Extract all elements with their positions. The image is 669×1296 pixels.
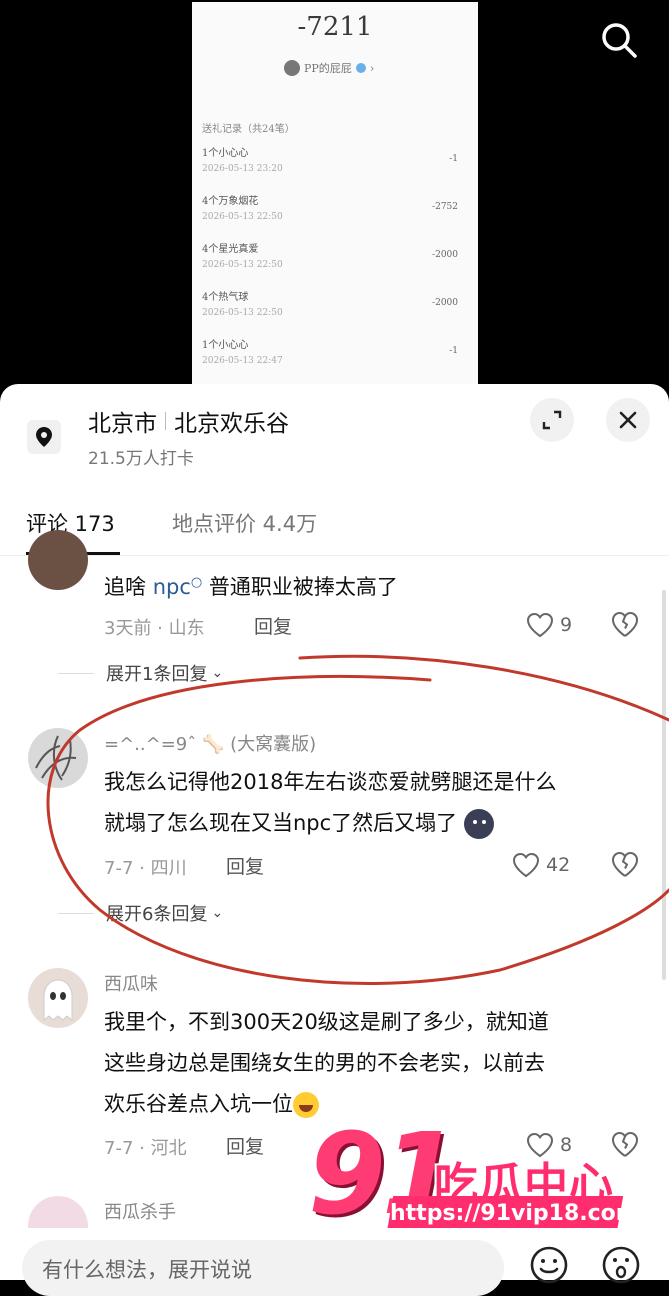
receipt-row-name: 4个星光真爱 — [202, 244, 259, 255]
avatar[interactable] — [28, 728, 88, 788]
receipt-section-title: 送礼记录（共24笔） — [202, 124, 295, 135]
tab-reviews[interactable]: 地点评价 4.4万 — [172, 508, 317, 538]
reply-button[interactable]: 回复 — [254, 612, 292, 639]
search-link[interactable]: npc — [153, 575, 191, 599]
username[interactable]: =^..^=9ˆ 🦴 (大窝囊版) — [104, 730, 316, 756]
comment-line-text: 就塌了怎么现在又当npc了然后又塌了 — [104, 811, 458, 835]
expand-replies[interactable]: 展开1条回复 ⌄ — [58, 660, 224, 686]
receipt-row: 4个星光真爱 2026-05-13 22:50 -2000 — [202, 240, 466, 284]
username[interactable]: 西瓜杀手 — [104, 1198, 176, 1224]
dislike-button[interactable] — [610, 850, 640, 882]
comment-meta: 7-7 · 四川 — [104, 858, 187, 879]
comment-meta: 3天前 · 山东 — [104, 618, 205, 639]
chevron-right-icon: › — [369, 61, 375, 75]
ghost-avatar-icon — [43, 979, 73, 1022]
verified-icon — [355, 63, 366, 73]
chevron-down-icon: ⌄ — [211, 905, 224, 921]
reply-button[interactable]: 回复 — [226, 852, 264, 879]
dislike-button[interactable] — [610, 610, 640, 642]
broken-heart-icon — [611, 611, 639, 637]
receipt-user-avatar — [284, 60, 300, 76]
receipt-row-amount: -1 — [449, 346, 458, 356]
receipt-user: PP的屁屁 › — [284, 60, 374, 76]
comment-line: 我里个，不到300天20级这是刷了多少，就知道 — [104, 1010, 549, 1034]
location-place: 北京欢乐谷 — [174, 411, 289, 437]
receipt-user-name: PP的屁屁 — [304, 62, 352, 75]
expand-button[interactable] — [530, 398, 574, 442]
scrollbar[interactable] — [662, 590, 666, 980]
receipt-total: -7211 — [297, 12, 373, 42]
chevron-down-icon: ⌄ — [211, 665, 224, 681]
receipt-row-time: 2026-05-13 23:20 — [202, 164, 283, 174]
expand-replies-label: 展开6条回复 — [106, 904, 208, 925]
receipt-row: 1个小心心 2026-05-13 23:20 -1 — [202, 144, 466, 188]
heart-icon — [512, 852, 540, 878]
reply-button[interactable]: 回复 — [226, 1132, 264, 1159]
receipt-row-name: 4个热气球 — [202, 292, 249, 303]
tabs-divider — [0, 555, 669, 556]
comment-text: 追啥 npc○ 普通职业被捧太高了 — [104, 562, 644, 608]
comment-text: 我怎么记得他2018年左右谈恋爱就劈腿还是什么 就塌了怎么现在又当npc了然后又… — [104, 762, 644, 844]
search-button[interactable] — [597, 18, 641, 62]
expand-line — [58, 912, 94, 914]
close-button[interactable] — [606, 398, 650, 442]
expand-replies-label: 展开1条回复 — [106, 664, 208, 685]
username[interactable]: 西瓜味 — [104, 970, 158, 996]
receipt-row: 4个热气球 2026-05-13 22:50 -2000 — [202, 288, 466, 332]
receipt-row-amount: -2000 — [432, 250, 458, 260]
like-button[interactable]: 9 — [526, 612, 572, 638]
location-pin-icon — [27, 420, 61, 454]
avatar[interactable] — [28, 968, 88, 1028]
comment-meta: 7-7 · 河北 — [104, 1138, 187, 1159]
receipt-row-time: 2026-05-13 22:50 — [202, 308, 283, 318]
search-icon — [602, 23, 637, 58]
dark-face-emoji-icon — [463, 809, 494, 839]
receipt-row-name: 1个小心心 — [202, 340, 249, 351]
broken-heart-icon — [611, 1131, 639, 1157]
receipt-row-amount: -2000 — [432, 298, 458, 308]
comment-line: 这些身边总是围绕女生的男的不会老实，以前去 — [104, 1051, 545, 1075]
like-button[interactable]: 42 — [512, 852, 570, 878]
watermark-url: https://91vip18.com — [390, 1201, 639, 1226]
expand-line — [58, 672, 94, 674]
expand-replies[interactable]: 展开6条回复 ⌄ — [58, 900, 224, 926]
heart-icon — [526, 612, 554, 638]
checkin-count: 21.5万人打卡 — [88, 449, 194, 469]
comment-text: 我里个，不到300天20级这是刷了多少，就知道 这些身边总是围绕女生的男的不会老… — [104, 1002, 644, 1125]
search-small-icon[interactable]: ○ — [191, 575, 202, 590]
comment-text-part: 普通职业被捧太高了 — [208, 575, 398, 599]
receipt-row-time: 2026-05-13 22:47 — [202, 356, 283, 366]
receipt-row: 1个小心心 2026-05-13 22:47 -1 — [202, 336, 466, 380]
broken-heart-icon — [611, 851, 639, 877]
like-count: 42 — [546, 854, 571, 876]
receipt-row-amount: -2752 — [432, 202, 458, 212]
location-title[interactable]: 北京市 北京欢乐谷 — [88, 404, 289, 438]
sketch-avatar-icon — [35, 735, 77, 781]
receipt-row-time: 2026-05-13 22:50 — [202, 260, 283, 270]
watermark-url-badge: https://91vip18.com — [386, 1196, 639, 1232]
close-icon — [619, 411, 637, 429]
comment-line: 就塌了怎么现在又当npc了然后又塌了 — [104, 803, 644, 844]
like-count: 9 — [560, 614, 573, 636]
receipt-row-name: 1个小心心 — [202, 148, 249, 159]
comment-input[interactable]: 有什么想法，展开说说 — [22, 1240, 504, 1296]
receipt-row-name: 4个万象烟花 — [202, 196, 259, 207]
comment-text-part: 追啥 — [104, 575, 146, 599]
expand-icon — [542, 410, 562, 430]
comment-line-text: 欢乐谷差点入坑一位 — [104, 1092, 293, 1116]
gift-receipt-image: -7211 PP的屁屁 › 送礼记录（共24笔） 1个小心心 2026-05-1… — [192, 2, 478, 386]
receipt-row-amount: -1 — [449, 154, 458, 164]
comment-line: 我怎么记得他2018年左右谈恋爱就劈腿还是什么 — [104, 770, 557, 794]
dislike-button[interactable] — [610, 1130, 640, 1162]
receipt-row-time: 2026-05-13 22:50 — [202, 212, 283, 222]
location-city: 北京市 — [88, 411, 157, 437]
avatar[interactable] — [28, 530, 88, 590]
receipt-row: 4个万象烟花 2026-05-13 22:50 -2752 — [202, 192, 466, 236]
title-divider — [165, 412, 166, 430]
